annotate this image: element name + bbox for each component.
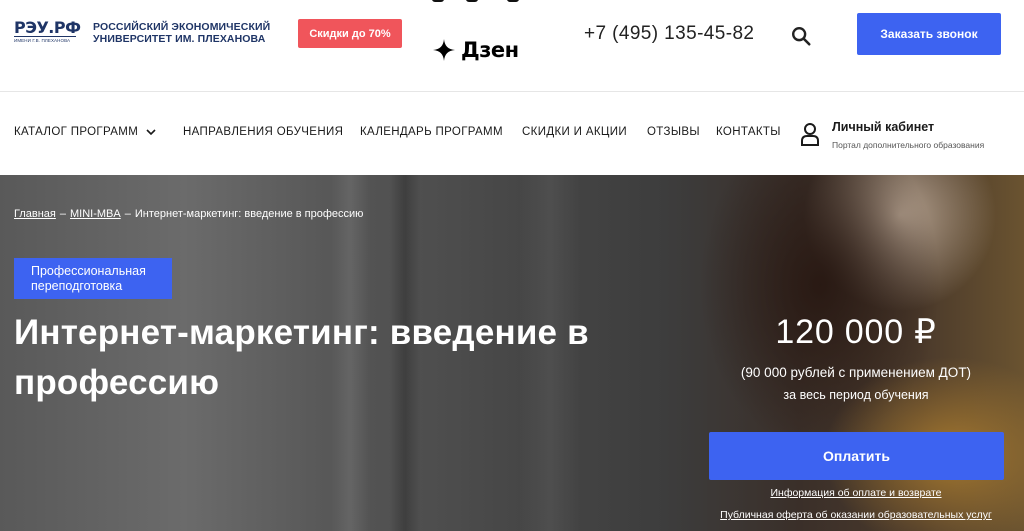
nav-item-discounts[interactable]: СКИДКИ И АКЦИИ: [522, 126, 627, 138]
search-icon[interactable]: [790, 25, 812, 47]
social-youtube-icon[interactable]: [466, 0, 478, 2]
breadcrumb-section[interactable]: MINI-MBA: [70, 208, 121, 220]
university-name-line1: РОССИЙСКИЙ ЭКОНОМИЧЕСКИЙ: [93, 21, 271, 33]
program-type-badge: Профессиональная переподготовка: [14, 258, 172, 299]
nav-item-label: НАПРАВЛЕНИЯ ОБУЧЕНИЯ: [183, 126, 344, 138]
logo-divider: [14, 36, 76, 37]
nav-item-label: КАТАЛОГ ПРОГРАММ: [14, 126, 139, 138]
breadcrumb-separator: –: [124, 208, 131, 220]
nav-item-directions[interactable]: НАПРАВЛЕНИЯ ОБУЧЕНИЯ: [183, 126, 343, 138]
discount-badge[interactable]: Скидки до 70%: [298, 19, 402, 48]
nav-item-label: ОТЗЫВЫ: [647, 126, 700, 138]
logo-main-text: РЭУ.РФ: [14, 18, 81, 37]
price: 120 000 ₽: [775, 313, 937, 351]
breadcrumb-home[interactable]: Главная: [14, 208, 56, 220]
personal-account-link[interactable]: Личный кабинет Портал дополнительного об…: [800, 120, 984, 150]
account-title: Личный кабинет: [832, 120, 935, 134]
breadcrumb-separator: –: [59, 208, 66, 220]
hero-banner: Главная – MINI-MBA – Интернет-маркетинг: вве…: [0, 175, 1024, 531]
page-title: Интернет-маркетинг: введение в профессию: [14, 313, 589, 402]
nav-item-calendar[interactable]: КАЛЕНДАРЬ ПРОГРАММ: [360, 126, 503, 138]
nav-item-catalog[interactable]: КАТАЛОГ ПРОГРАММ: [14, 126, 156, 138]
user-icon: [801, 123, 819, 146]
chevron-down-icon: [146, 128, 156, 135]
pay-button[interactable]: Оплатить: [709, 432, 1004, 480]
social-icons: [432, 0, 522, 6]
nav-item-reviews[interactable]: ОТЗЫВЫ: [647, 126, 700, 138]
social-telegram-icon[interactable]: [507, 0, 519, 2]
price-note: (90 000 рублей с применением ДОТ): [740, 365, 972, 380]
site-logo[interactable]: РЭУ.РФ ИМЕНИ Г.В. ПЛЕХАНОВА: [14, 18, 81, 46]
site-header: РЭУ.РФ ИМЕНИ Г.В. ПЛЕХАНОВА РОССИЙСКИЙ Э…: [0, 0, 1024, 92]
university-name: РОССИЙСКИЙ ЭКОНОМИЧЕСКИЙ УНИВЕРСИТЕТ ИМ.…: [93, 21, 270, 45]
phone-number[interactable]: +7 (495) 135-45-82: [584, 23, 754, 45]
nav-item-label: КОНТАКТЫ: [716, 126, 781, 138]
dzen-label: Дзен: [461, 38, 519, 62]
price-period: за весь период обучения: [783, 388, 929, 402]
payment-info-link[interactable]: Информация об оплате и возврате: [700, 487, 1012, 499]
public-offer-link[interactable]: Публичная оферта об оказании образовател…: [700, 509, 1012, 521]
main-nav: КАТАЛОГ ПРОГРАММ НАПРАВЛЕНИЯ ОБУЧЕНИЯ КА…: [0, 93, 1024, 175]
dzen-link[interactable]: Дзен: [433, 38, 519, 62]
breadcrumb-current: Интернет-маркетинг: введение в профессию: [134, 208, 364, 220]
nav-item-label: КАЛЕНДАРЬ ПРОГРАММ: [360, 126, 503, 138]
social-vk-icon[interactable]: [432, 0, 444, 2]
account-subtitle: Портал дополнительного образования: [832, 140, 985, 150]
nav-item-label: СКИДКИ И АКЦИИ: [522, 126, 627, 138]
university-name-line2: УНИВЕРСИТЕТ ИМ. ПЛЕХАНОВА: [93, 33, 266, 45]
dzen-star-icon: [433, 39, 455, 61]
nav-item-contacts[interactable]: КОНТАКТЫ: [716, 126, 781, 138]
logo-sub-text: ИМЕНИ Г.В. ПЛЕХАНОВА: [14, 38, 71, 43]
order-call-button[interactable]: Заказать звонок: [857, 13, 1001, 55]
breadcrumb: Главная – MINI-MBA – Интернет-маркетинг: вве…: [14, 208, 363, 220]
